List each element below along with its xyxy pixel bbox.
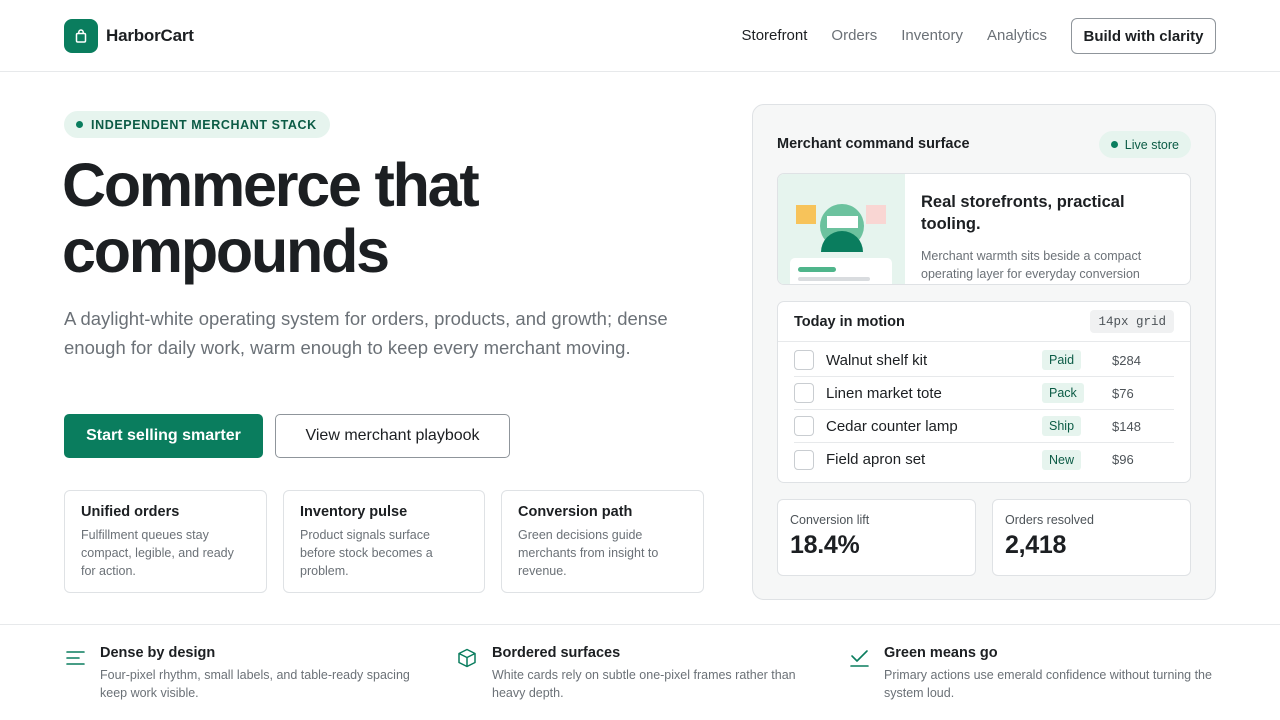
table-row[interactable]: Walnut shelf kit Paid $284 — [794, 344, 1174, 377]
merchant-command-panel: Merchant command surface Live store Real… — [752, 104, 1216, 600]
panel-title: Merchant command surface — [777, 136, 970, 152]
stat-conversion-lift: Conversion lift 18.4% — [777, 499, 976, 576]
check-icon — [848, 647, 870, 669]
site-header: HarborCart Storefront Orders Inventory A… — [0, 0, 1280, 72]
hero-title: Commerce that compounds — [62, 152, 702, 284]
principles-strip: Dense by design Four-pixel rhythm, small… — [0, 624, 1280, 720]
order-price: $148 — [1112, 418, 1141, 434]
order-name: Cedar counter lamp — [826, 417, 958, 435]
orders-header: Today in motion 14px grid — [778, 302, 1190, 342]
status-dot-icon — [76, 121, 83, 128]
feature-title: Inventory pulse — [300, 504, 408, 520]
promo-card: Real storefronts, practical tooling. Mer… — [777, 173, 1191, 285]
stat-label: Conversion lift — [790, 513, 870, 527]
row-checkbox[interactable] — [794, 449, 814, 470]
principle-title: Green means go — [884, 645, 998, 661]
orders-title: Today in motion — [794, 314, 905, 330]
status-badge: Ship — [1042, 416, 1082, 436]
order-name: Walnut shelf kit — [826, 351, 928, 369]
eyebrow-text: INDEPENDENT MERCHANT STACK — [91, 117, 317, 132]
live-dot-icon — [1110, 141, 1118, 148]
status-badge: Pack — [1042, 383, 1084, 403]
feature-card-conversion-path: Conversion path Green decisions guide me… — [501, 490, 704, 593]
feature-title: Conversion path — [518, 504, 633, 520]
brand[interactable]: HarborCart — [64, 19, 194, 53]
row-checkbox[interactable] — [794, 383, 814, 403]
status-badge: New — [1042, 449, 1082, 470]
order-price: $76 — [1112, 385, 1134, 401]
grid-tag: 14px grid — [1090, 310, 1174, 333]
live-badge-text: Live store — [1124, 137, 1179, 152]
principle-text: Four-pixel rhythm, small labels, and tab… — [100, 668, 410, 700]
start-selling-button[interactable]: Start selling smarter — [64, 414, 263, 458]
nav-inventory[interactable]: Inventory — [901, 27, 963, 44]
feature-card-unified-orders: Unified orders Fulfillment queues stay c… — [64, 490, 267, 593]
feature-text: Green decisions guide merchants from ins… — [518, 528, 659, 578]
hero-title-line2: compounds — [62, 217, 390, 285]
principle-text: Primary actions use emerald confidence w… — [884, 668, 1212, 700]
stat-orders-resolved: Orders resolved 2,418 — [992, 499, 1191, 576]
principle-title: Dense by design — [100, 645, 216, 661]
feature-text: Fulfillment queues stay compact, legible… — [81, 528, 234, 578]
promo-text: Merchant warmth sits beside a compact op… — [921, 249, 1142, 281]
table-row[interactable]: Cedar counter lamp Ship $148 — [794, 410, 1174, 443]
stat-label: Orders resolved — [1005, 513, 1094, 527]
brand-name: HarborCart — [106, 26, 194, 45]
stat-value: 18.4% — [790, 531, 860, 559]
orders-card: Today in motion 14px grid Walnut shelf k… — [777, 301, 1191, 483]
view-playbook-button[interactable]: View merchant playbook — [275, 414, 510, 458]
hero-title-line1: Commerce that — [62, 151, 480, 219]
live-store-badge: Live store — [1098, 131, 1191, 158]
shopping-bag-icon — [64, 19, 98, 53]
promo-title: Real storefronts, practical tooling. — [921, 193, 1125, 233]
merchant-illustration-icon — [778, 174, 905, 284]
box-icon — [456, 647, 478, 669]
nav-orders[interactable]: Orders — [831, 27, 877, 44]
hero-subtitle: A daylight-white operating system for or… — [64, 308, 668, 358]
nav-storefront[interactable]: Storefront — [742, 27, 808, 44]
row-checkbox[interactable] — [794, 350, 814, 370]
lines-icon — [64, 647, 86, 669]
nav-analytics[interactable]: Analytics — [987, 27, 1047, 44]
order-price: $96 — [1112, 452, 1134, 467]
feature-title: Unified orders — [81, 504, 180, 520]
order-name: Linen market tote — [826, 384, 942, 402]
principle-text: White cards rely on subtle one-pixel fra… — [492, 668, 796, 700]
stat-value: 2,418 — [1005, 531, 1067, 559]
feature-text: Product signals surface before stock bec… — [300, 528, 433, 578]
main-nav: Storefront Orders Inventory Analytics — [742, 27, 1047, 44]
eyebrow-pill: INDEPENDENT MERCHANT STACK — [64, 111, 330, 138]
row-checkbox[interactable] — [794, 416, 814, 436]
principle-title: Bordered surfaces — [492, 645, 621, 661]
order-name: Field apron set — [826, 451, 926, 468]
build-with-clarity-button[interactable]: Build with clarity — [1071, 18, 1216, 54]
table-row[interactable]: Field apron set New $96 — [794, 443, 1174, 476]
table-row[interactable]: Linen market tote Pack $76 — [794, 377, 1174, 410]
feature-card-inventory-pulse: Inventory pulse Product signals surface … — [283, 490, 485, 593]
order-price: $284 — [1112, 352, 1141, 368]
status-badge: Paid — [1042, 350, 1082, 370]
